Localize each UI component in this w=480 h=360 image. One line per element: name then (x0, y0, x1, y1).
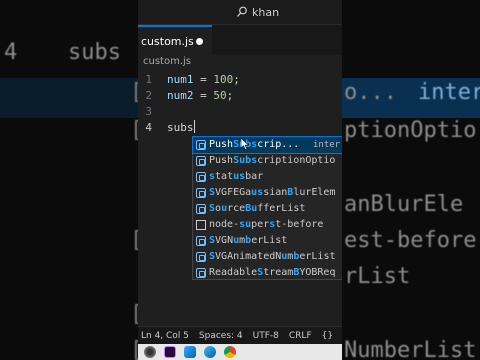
semicolon: ; (233, 73, 240, 86)
suggestion-label: SVGFEGaussianBlurElem (209, 187, 336, 198)
vscode-icon[interactable] (184, 346, 196, 358)
edge-icon[interactable] (204, 346, 216, 358)
line-number: 2 (145, 89, 152, 102)
title-bar: khan (138, 0, 342, 24)
operator: = (193, 89, 214, 102)
chrome-icon[interactable] (224, 346, 236, 358)
suggestion-label: statusbar (209, 171, 264, 182)
variable-icon (196, 204, 206, 214)
variable-icon (196, 268, 206, 278)
obs-icon[interactable] (144, 346, 156, 358)
line-number: 4 (145, 121, 152, 134)
line-content: subs (167, 120, 195, 136)
command-center-search[interactable]: khan (236, 3, 279, 21)
line-content: num1 = 100; (167, 72, 240, 88)
suggestion-item[interactable]: statusbar (193, 169, 342, 185)
suggestion-label: SVGNumberList (209, 235, 288, 246)
operator: = (193, 73, 214, 86)
variable-icon (196, 252, 206, 262)
line-number: 3 (145, 105, 152, 118)
background-band-left (0, 78, 138, 118)
background-line-number: 4 (4, 40, 18, 65)
variable-icon (196, 188, 206, 198)
variable-icon (196, 172, 206, 182)
vscode-window: khan custom.js custom.js 1 num1 = 100; 2… (138, 0, 342, 360)
suggestion-detail: inter (313, 140, 341, 150)
background-text: inter (418, 80, 480, 105)
mouse-pointer-icon (241, 138, 249, 150)
suggestion-label: PushSubscrip... (209, 139, 300, 150)
cursor-position[interactable]: Ln 4, Col 5 (141, 331, 189, 341)
variable-icon (196, 236, 206, 246)
text-icon (196, 220, 206, 230)
suggestion-item[interactable]: SourceBufferList (193, 201, 342, 217)
variable-name: num2 (167, 89, 194, 102)
breadcrumb[interactable]: custom.js (143, 56, 191, 67)
text-cursor (193, 120, 195, 133)
suggestion-label: SVGAnimatedNumberList (209, 251, 336, 262)
search-icon (237, 6, 247, 17)
code-line: 1 num1 = 100; (138, 72, 342, 88)
encoding[interactable]: UTF-8 (253, 331, 279, 341)
background-text: o... (344, 80, 397, 105)
number-literal: 50 (213, 89, 227, 102)
suggestion-label: PushSubscriptionOptio (209, 155, 336, 166)
suggestion-item[interactable]: PushSubscrip... inter (192, 136, 342, 154)
background-text: rList (344, 264, 411, 289)
premiere-icon[interactable] (164, 346, 176, 358)
line-number: 1 (145, 73, 152, 86)
suggestion-item[interactable]: SVGNumberList (193, 233, 342, 249)
background-text: ptionOptio (344, 118, 477, 143)
line-content: num2 = 50; (167, 88, 233, 104)
code-line: 2 num2 = 50; (138, 88, 342, 104)
suggestion-item[interactable]: SVGAnimatedNumberList (193, 249, 342, 265)
suggestion-item[interactable]: PushSubscriptionOptio (193, 153, 342, 169)
status-bar: Ln 4, Col 5 Spaces: 4 UTF-8 CRLF {} (138, 326, 342, 344)
background-text: anBlurEle (344, 192, 464, 217)
end-of-line[interactable]: CRLF (289, 331, 312, 341)
taskbar (138, 344, 342, 360)
suggestion-label: ReadableStreamBYOBReq (209, 267, 336, 278)
search-text: khan (252, 5, 280, 19)
unsaved-dot-icon[interactable] (196, 38, 203, 45)
indentation[interactable]: Spaces: 4 (199, 331, 243, 341)
suggestion-item[interactable]: SVGFEGaussianBlurElem (193, 185, 342, 201)
suggestion-label: node-superst-before (209, 219, 324, 230)
background-text: NumberList (344, 338, 477, 360)
suggestion-item[interactable]: ReadableStreamBYOBReq (193, 265, 342, 281)
code-line-active: 4 subs (138, 120, 342, 136)
background-code: subs (68, 40, 121, 65)
language-braces-icon[interactable]: {} (322, 331, 333, 341)
tab-bar: custom.js (138, 24, 342, 55)
background-text: est-before (344, 228, 477, 253)
number-literal: 100 (213, 73, 234, 86)
variable-icon (196, 156, 206, 166)
variable-icon (196, 140, 206, 150)
variable-name: num1 (167, 73, 194, 86)
tab-label: custom.js (141, 34, 194, 48)
code-line: 3 (138, 104, 342, 120)
suggestion-label: SourceBufferList (209, 203, 306, 214)
tab-custom-js[interactable]: custom.js (138, 25, 212, 55)
suggestion-widget[interactable]: PushSubscrip... inter PushSubscriptionOp… (192, 136, 342, 280)
semicolon: ; (226, 89, 234, 102)
suggestion-item[interactable]: node-superst-before (193, 217, 342, 233)
typed-text: subs (167, 121, 194, 134)
